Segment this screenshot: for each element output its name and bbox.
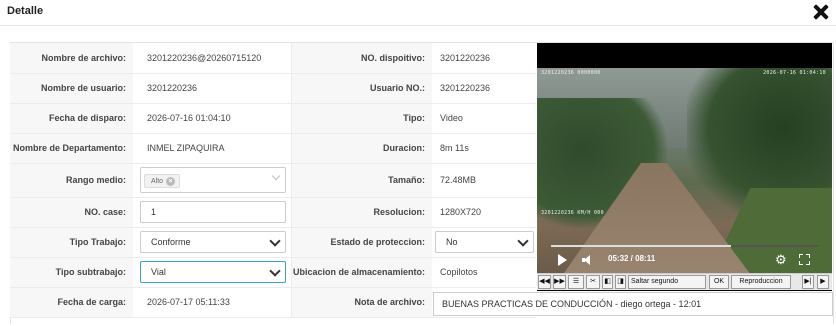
user-name-label: Nombre de usuario: [10, 73, 133, 104]
trigger-date-value: 2026-07-16 01:04:10 [147, 113, 231, 123]
table-row: Rango medio: Alto × Tamaño: 72.48MB [10, 163, 536, 198]
type-label: Tipo: [291, 103, 432, 134]
medium-range-tag: Alto × [144, 174, 181, 188]
size-value: 72.48MB [440, 175, 477, 185]
chevron-down-icon [271, 171, 280, 181]
dialog-header: Detalle [0, 0, 836, 26]
duration-label: Duracion: [291, 133, 432, 164]
table-row: Nombre de archivo: 3201220236@2026071512… [10, 43, 536, 74]
user-name-value: 3201220236 [147, 83, 198, 93]
medium-range-tag-label: Alto [151, 178, 164, 185]
player-controls: 05:32 / 08:11 ⚙ [537, 241, 832, 273]
frame-forward-icon[interactable]: ◨ [615, 275, 626, 289]
gear-icon[interactable]: ⚙ [775, 253, 787, 266]
file-name-label: Nombre de archivo: [10, 43, 133, 74]
fast-forward-icon[interactable]: ▶▶ [553, 275, 566, 289]
subwork-type-value: Vial [151, 267, 166, 277]
file-note-input[interactable]: BUENAS PRACTICAS DE CONDUCCIÓN - diego o… [433, 292, 833, 316]
resolution-label: Resolucion: [291, 197, 432, 228]
user-number-label: Usuario NO.: [291, 73, 432, 104]
work-type-label: Tipo Trabajo: [10, 227, 133, 258]
subwork-type-label: Tipo subtrabajo: [10, 257, 133, 288]
video-osd-top-left: 3201220236 0000000 [541, 70, 601, 76]
medium-range-label: Rango medio: [10, 163, 133, 198]
video-osd-top-right: 2026-07-16 01:04:10 [763, 70, 826, 76]
protection-status-label: Estado de proteccion: [291, 227, 432, 258]
department-label: Nombre de Departamento: [10, 133, 133, 164]
playback-button[interactable]: Reproduccion [731, 275, 791, 289]
rewind-icon[interactable]: ◀◀ [538, 275, 551, 289]
user-number-value: 3201220236 [440, 83, 491, 93]
protection-status-select[interactable]: No [435, 231, 534, 253]
chevron-down-icon [268, 235, 281, 247]
storage-location-label: Ubicacion de almacenamiento: [291, 257, 432, 288]
chevron-down-icon [268, 265, 281, 277]
duration-value: 8m 11s [440, 143, 469, 153]
work-type-select[interactable]: Conforme [140, 231, 286, 253]
close-icon[interactable] [812, 3, 830, 21]
play-icon[interactable] [558, 254, 567, 266]
table-row: Tipo subtrabajo: Vial Ubicacion de almac… [10, 257, 536, 288]
detail-table: Nombre de archivo: 3201220236@2026071512… [10, 43, 536, 318]
player-toolbar: ◀◀ ▶▶ ☰ ✂ ◧ ◨ Saltar segundo OK Reproduc… [537, 273, 832, 290]
resolution-value: 1280X720 [440, 207, 482, 217]
chevron-down-icon [517, 235, 529, 247]
protection-status-value: No [446, 237, 458, 247]
time-display: 05:32 / 08:11 [608, 254, 656, 263]
storage-location-value: Copilotos [440, 267, 478, 277]
table-row: Fecha de disparo: 2026-07-16 01:04:10 Ti… [10, 103, 536, 134]
medium-range-select[interactable]: Alto × [140, 167, 286, 193]
volume-icon[interactable] [582, 255, 592, 265]
table-row: Tipo Trabajo: Conforme Estado de protecc… [10, 227, 536, 258]
device-number-value: 3201220236 [440, 52, 491, 63]
table-row: Nombre de usuario: 3201220236 Usuario NO… [10, 73, 536, 104]
department-value: INMEL ZIPAQUIRA [147, 143, 225, 153]
frame-back-icon[interactable]: ◧ [602, 275, 613, 289]
video-osd-bottom-left: 3201220236 KM/H 000 [541, 210, 604, 216]
upload-date-value: 2026-07-17 05:11:33 [147, 297, 230, 307]
skip-seconds-input[interactable]: Saltar segundo [628, 275, 706, 289]
progress-fill [551, 245, 732, 247]
file-note-label: Nota de archivo: [291, 287, 432, 318]
subwork-type-select[interactable]: Vial [140, 261, 286, 283]
file-name-value: 3201220236@20260715120 [147, 52, 262, 63]
type-value: Video [440, 113, 463, 123]
upload-date-label: Fecha de carga: [10, 287, 133, 318]
fullscreen-icon[interactable] [799, 254, 810, 265]
list-icon[interactable]: ☰ [568, 275, 584, 289]
device-number-label: NO. dispoitivo: [291, 43, 432, 74]
table-row: Nombre de Departamento: INMEL ZIPAQUIRA … [10, 133, 536, 164]
go-end-icon[interactable]: ▶| [802, 275, 814, 289]
work-type-value: Conforme [151, 237, 191, 247]
case-number-input[interactable]: 1 [140, 201, 286, 223]
dialog-title: Detalle [7, 5, 44, 17]
progress-bar[interactable] [551, 245, 818, 247]
video-player[interactable]: 3201220236 0000000 2026-07-16 01:04:10 3… [537, 43, 832, 291]
size-label: Tamaño: [291, 163, 432, 198]
case-number-label: NO. case: [10, 197, 133, 228]
table-row: NO. case: 1 Resolucion: 1280X720 [10, 197, 536, 228]
trigger-date-label: Fecha de disparo: [10, 103, 133, 134]
remove-tag-icon[interactable]: × [166, 176, 176, 186]
next-icon[interactable]: ▶ [817, 275, 829, 289]
ok-button[interactable]: OK [709, 275, 729, 289]
scissors-icon[interactable]: ✂ [586, 275, 600, 289]
